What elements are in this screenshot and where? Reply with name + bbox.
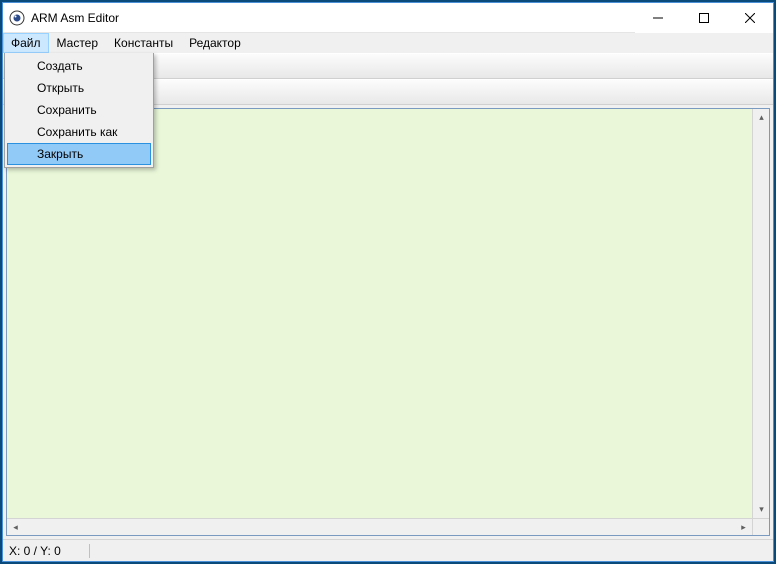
menu-label: Константы: [114, 36, 173, 50]
scroll-left-button[interactable]: ◂: [7, 519, 24, 536]
dropdown-label: Сохранить как: [37, 125, 117, 139]
menu-constants[interactable]: Константы: [106, 33, 181, 53]
maximize-icon: [699, 13, 709, 23]
menubar: Файл Мастер Константы Редактор: [3, 33, 773, 53]
menu-file[interactable]: Файл: [3, 33, 49, 53]
close-icon: [745, 13, 755, 23]
titlebar: ARM Asm Editor: [3, 3, 773, 33]
file-menu-save[interactable]: Сохранить: [7, 99, 151, 121]
scroll-corner: [752, 518, 769, 535]
file-menu-create[interactable]: Создать: [7, 55, 151, 77]
menu-master[interactable]: Мастер: [49, 33, 107, 53]
minimize-icon: [653, 13, 663, 23]
status-coords: X: 0 / Y: 0: [9, 544, 61, 558]
status-separator: [89, 544, 90, 558]
scroll-down-button[interactable]: ▾: [753, 501, 770, 518]
chevron-right-icon: ▸: [741, 522, 746, 533]
editor-frame: ▴ ▾ ◂ ▸: [6, 108, 770, 536]
chevron-left-icon: ◂: [13, 522, 18, 533]
app-window: ARM Asm Editor Файл Мастер Константы Ред…: [2, 2, 774, 562]
dropdown-label: Сохранить: [37, 103, 97, 117]
file-menu-save-as[interactable]: Сохранить как: [7, 121, 151, 143]
dropdown-label: Закрыть: [37, 147, 83, 161]
chevron-up-icon: ▴: [759, 112, 764, 123]
file-menu-dropdown: Создать Открыть Сохранить Сохранить как …: [4, 53, 154, 168]
dropdown-label: Открыть: [37, 81, 84, 95]
maximize-button[interactable]: [681, 3, 727, 33]
menu-label: Мастер: [57, 36, 99, 50]
window-title: ARM Asm Editor: [31, 11, 119, 25]
menu-editor[interactable]: Редактор: [181, 33, 249, 53]
dropdown-label: Создать: [37, 59, 83, 73]
minimize-button[interactable]: [635, 3, 681, 33]
chevron-down-icon: ▾: [759, 504, 764, 515]
scroll-up-button[interactable]: ▴: [753, 109, 770, 126]
app-icon: [9, 10, 25, 26]
scroll-right-button[interactable]: ▸: [735, 519, 752, 536]
file-menu-close[interactable]: Закрыть: [7, 143, 151, 165]
close-button[interactable]: [727, 3, 773, 33]
scrollbar-horizontal[interactable]: ◂ ▸: [7, 518, 752, 535]
editor-canvas[interactable]: [7, 109, 769, 535]
editor-container: ▴ ▾ ◂ ▸: [3, 105, 773, 539]
window-controls: [635, 3, 773, 33]
scrollbar-vertical[interactable]: ▴ ▾: [752, 109, 769, 518]
menu-label: Файл: [11, 36, 41, 50]
statusbar: X: 0 / Y: 0: [3, 539, 773, 561]
menu-label: Редактор: [189, 36, 241, 50]
file-menu-open[interactable]: Открыть: [7, 77, 151, 99]
